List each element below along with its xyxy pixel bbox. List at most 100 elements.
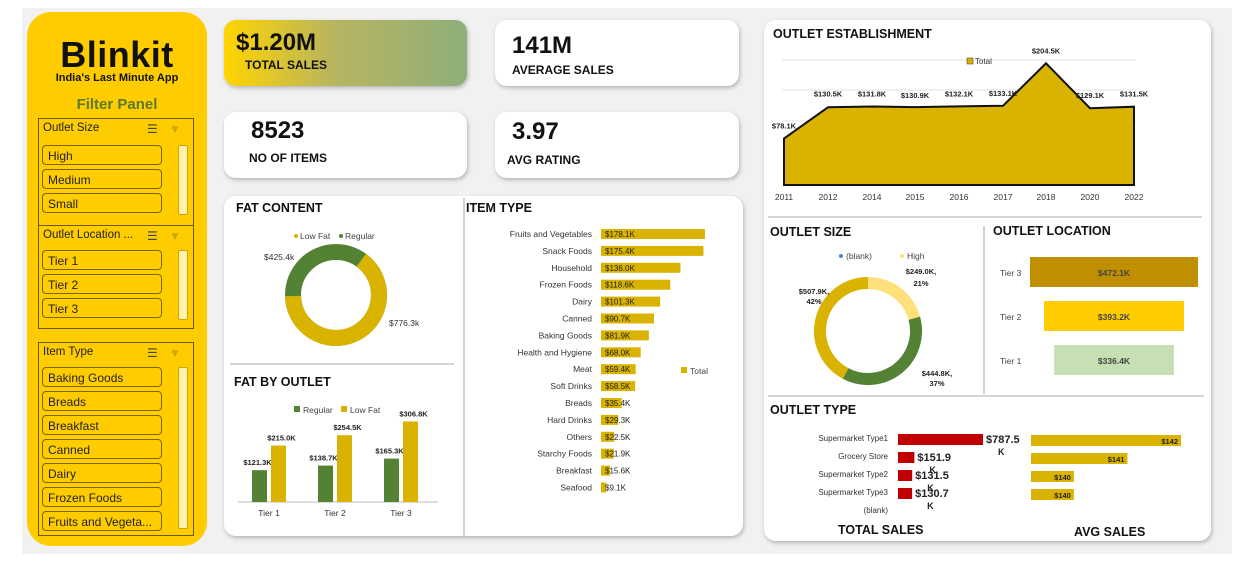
total-sales-bar	[898, 470, 913, 481]
slicer-outlet-size: Outlet Size ☰ ▼ High Medium Small	[38, 118, 194, 230]
data-label: $138.7K	[309, 454, 338, 463]
kpi-value: 8523	[251, 117, 305, 144]
legend-label-low-fat: Low Fat	[350, 405, 381, 415]
data-label: $175.4K	[605, 247, 635, 256]
legend-swatch-high	[900, 254, 904, 258]
column-bar	[403, 421, 418, 502]
data-label: $151.9	[917, 452, 951, 464]
data-label: $254.5K	[333, 423, 362, 432]
x-tick-label: Tier 2	[324, 508, 346, 518]
column-bar	[384, 458, 399, 502]
x-tick-label: 2017	[994, 192, 1013, 202]
data-label: $132.1K	[945, 89, 974, 98]
data-label: K	[998, 447, 1005, 457]
clear-filter-icon[interactable]: ▼	[169, 122, 181, 136]
slicer-scrollbar[interactable]	[178, 145, 188, 215]
legend-label-total: Total	[975, 57, 992, 66]
data-label: $215.0K	[267, 434, 296, 443]
multi-select-icon[interactable]: ☰	[147, 122, 158, 136]
slicer-item-dairy[interactable]: Dairy	[42, 463, 162, 483]
filter-panel-title: Filter Panel	[76, 96, 158, 113]
category-label: Supermarket Type3	[818, 488, 888, 497]
slicer-item-small[interactable]: Small	[42, 193, 162, 213]
x-tick-label: 2022	[1125, 192, 1144, 202]
middle-charts-svg: Low Fat Regular $425.4k $776.3k $121.3K $215…	[230, 198, 708, 536]
slicer-outlet-location: Outlet Location ... ☰ ▼ Tier 1 Tier 2 Ti…	[38, 225, 194, 329]
slicer-item-baking-goods[interactable]: Baking Goods	[42, 367, 162, 387]
category-label: Starchy Foods	[537, 449, 592, 459]
legend-swatch-regular	[294, 406, 300, 412]
data-label: $165.3K	[375, 447, 404, 456]
outlet-type-total-sales-title: TOTAL SALES	[838, 523, 924, 537]
right-charts-panel: $78.1K $130.5K $131.8K $130.9K $132.1K $133.1…	[764, 20, 1211, 541]
slicer-item-frozen-foods[interactable]: Frozen Foods	[42, 487, 162, 507]
middle-charts-panel: Low Fat Regular $425.4k $776.3k $121.3K $215…	[224, 196, 743, 536]
slicer-scrollbar[interactable]	[178, 367, 188, 529]
data-label: $9.1K	[605, 484, 627, 493]
total-sales-bar	[898, 434, 983, 445]
category-label: Hard Drinks	[547, 415, 592, 425]
x-tick-label: 2015	[906, 192, 925, 202]
data-label: $131.5K	[1120, 90, 1149, 99]
fat-by-outlet-title: FAT BY OUTLET	[234, 375, 331, 389]
category-label: Tier 1	[1000, 356, 1022, 366]
data-label: $58.5K	[605, 382, 631, 391]
outlet-establishment-title: OUTLET ESTABLISHMENT	[773, 27, 932, 41]
donut-segment-small	[842, 316, 922, 385]
data-label: $131.5	[915, 470, 949, 482]
data-label: $425.4k	[264, 252, 295, 262]
data-label: $204.5K	[1032, 46, 1061, 55]
clear-filter-icon[interactable]: ▼	[169, 229, 181, 243]
outlet-size-chart: (blank) High $507.9K,42% $249.0K, 21% $444.8K…	[799, 251, 952, 388]
slicer-item-high[interactable]: High	[42, 145, 162, 165]
total-sales-bar	[898, 488, 913, 499]
x-tick-label: 2014	[863, 192, 882, 202]
data-label: $336.4K	[1098, 356, 1131, 366]
x-tick-label: Tier 3	[390, 508, 412, 518]
kpi-total-sales: $1.20M TOTAL SALES	[224, 20, 467, 86]
category-label: Supermarket Type2	[818, 470, 888, 479]
outlet-type-chart: Supermarket Type1 Grocery Store Supermarke…	[818, 434, 1181, 515]
data-label: $393.2K	[1098, 312, 1131, 322]
kpi-no-of-items: 8523 NO OF ITEMS	[224, 112, 467, 178]
slicer-item-breads[interactable]: Breads	[42, 391, 162, 411]
slicer-item-tier-1[interactable]: Tier 1	[42, 250, 162, 270]
data-label: K	[927, 501, 934, 511]
establishment-area	[783, 61, 1135, 186]
slicer-item-medium[interactable]: Medium	[42, 169, 162, 189]
category-label: Frozen Foods	[540, 280, 592, 290]
kpi-avg-rating: 3.97 AVG RATING	[495, 112, 739, 178]
kpi-label: NO OF ITEMS	[249, 151, 327, 165]
category-label: Fruits and Vegetables	[510, 229, 592, 239]
category-label: Tier 3	[1000, 268, 1022, 278]
slicer-item-breakfast[interactable]: Breakfast	[42, 415, 162, 435]
multi-select-icon[interactable]: ☰	[147, 346, 158, 360]
slicer-item-canned[interactable]: Canned	[42, 439, 162, 459]
x-tick-label: 2011	[775, 192, 794, 202]
kpi-label: AVG RATING	[507, 153, 581, 167]
slicer-title: Outlet Size	[43, 122, 100, 134]
legend-swatch-low-fat	[294, 234, 298, 238]
data-label: $121.3K	[243, 458, 272, 467]
legend-swatch-regular	[339, 234, 343, 238]
fat-content-chart: Low Fat Regular $425.4k $776.3k	[264, 231, 420, 346]
legend-swatch-blank	[839, 254, 843, 258]
data-label: $78.1K	[772, 122, 797, 131]
category-label: Tier 2	[1000, 312, 1022, 322]
slicer-item-tier-3[interactable]: Tier 3	[42, 298, 162, 318]
donut-segment-high	[867, 277, 921, 321]
multi-select-icon[interactable]: ☰	[147, 229, 158, 243]
slicer-item-fruits-and-vegetables[interactable]: Fruits and Vegeta...	[42, 511, 162, 531]
slicer-title: Outlet Location ...	[43, 229, 134, 241]
data-label: $118.6K	[605, 281, 635, 290]
category-label: Breakfast	[556, 466, 593, 476]
clear-filter-icon[interactable]: ▼	[169, 346, 181, 360]
data-label: $472.1K	[1098, 268, 1131, 278]
slicer-item-tier-2[interactable]: Tier 2	[42, 274, 162, 294]
right-charts-svg: $78.1K $130.5K $131.8K $130.9K $132.1K $133.1…	[768, 46, 1204, 515]
category-label: Breads	[565, 398, 592, 408]
fat-content-title: FAT CONTENT	[236, 201, 323, 215]
slicer-scrollbar[interactable]	[178, 250, 188, 320]
data-label: $444.8K,	[922, 369, 952, 378]
legend-swatch-low-fat	[341, 406, 347, 412]
